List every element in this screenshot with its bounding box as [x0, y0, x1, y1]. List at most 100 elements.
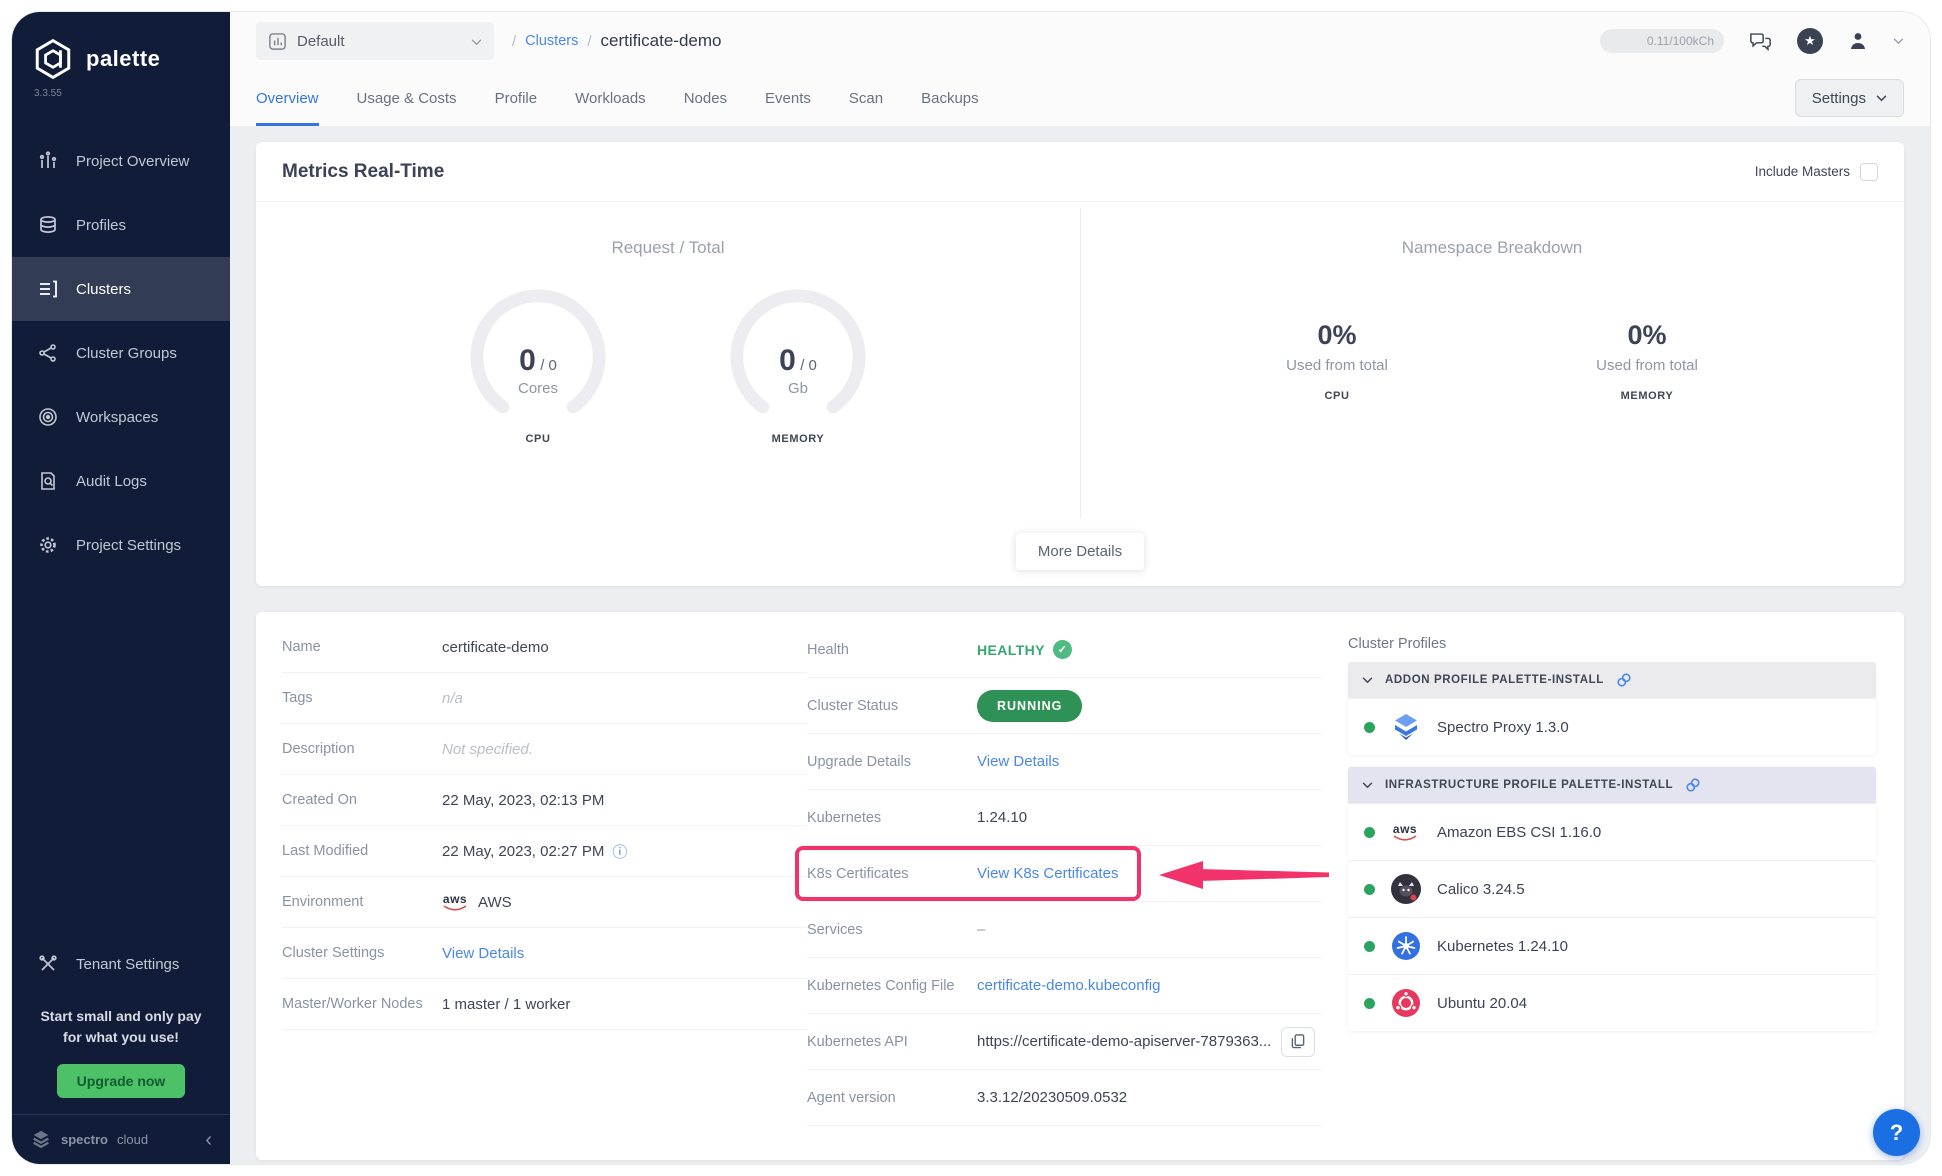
addon-profile-group: ADDON PROFILE PALETTE-INSTALL Spectro Pr…	[1348, 662, 1876, 755]
promo-line-2: for what you use!	[26, 1027, 216, 1048]
chevron-down-icon	[1362, 677, 1373, 684]
kubeconfig-download-link[interactable]: certificate-demo.kubeconfig	[977, 977, 1160, 994]
sidebar-item-label: Clusters	[76, 281, 131, 298]
running-status-badge[interactable]: RUNNING	[977, 690, 1082, 722]
tab-usage-costs[interactable]: Usage & Costs	[357, 70, 457, 126]
detail-label: Agent version	[807, 1090, 977, 1106]
detail-label: Kubernetes API	[807, 1034, 977, 1050]
detail-label: Cluster Settings	[282, 945, 442, 961]
memory-gauge-unit: Gb	[713, 380, 883, 397]
include-masters-checkbox[interactable]	[1860, 163, 1878, 181]
cluster-profiles-column: Cluster Profiles ADDON PROFILE PALETTE-I…	[1322, 622, 1878, 1150]
profile-item-calico[interactable]: Calico 3.24.5	[1348, 860, 1876, 917]
sidebar-item-clusters[interactable]: Clusters	[12, 257, 230, 321]
sidebar-item-project-overview[interactable]: Project Overview	[12, 129, 230, 193]
profile-item-spectro-proxy[interactable]: Spectro Proxy 1.3.0	[1348, 698, 1876, 755]
include-masters-label: Include Masters	[1755, 164, 1850, 179]
detail-value: 22 May, 2023, 02:13 PM	[442, 792, 604, 809]
sidebar-item-profiles[interactable]: Profiles	[12, 193, 230, 257]
detail-label: Kubernetes	[807, 810, 977, 826]
detail-row-kubernetes: Kubernetes 1.24.10	[807, 790, 1322, 846]
sidebar-footer: spectro cloud ‹	[12, 1114, 230, 1164]
tools-icon	[38, 954, 58, 974]
profile-item-name: Calico 3.24.5	[1437, 881, 1525, 898]
star-badge-icon[interactable]: ★	[1797, 28, 1823, 54]
calico-icon	[1390, 873, 1422, 905]
footer-brand-light: cloud	[117, 1132, 148, 1147]
profile-item-amazon-ebs-csi[interactable]: aws Amazon EBS CSI 1.16.0	[1348, 803, 1876, 860]
status-dot	[1364, 722, 1375, 733]
tab-workloads[interactable]: Workloads	[575, 70, 646, 126]
sidebar-item-project-settings[interactable]: Project Settings	[12, 513, 230, 577]
user-menu-chevron-icon[interactable]	[1893, 38, 1904, 45]
chevron-down-icon	[1362, 782, 1373, 789]
detail-row-upgrade-details: Upgrade Details View Details	[807, 734, 1322, 790]
namespace-breakdown-panel: Namespace Breakdown 0% Used from total C…	[1080, 202, 1904, 586]
detail-row-cluster-status: Cluster Status RUNNING	[807, 678, 1322, 734]
memory-gauge-metric: MEMORY	[713, 433, 883, 445]
settings-button[interactable]: Settings	[1795, 79, 1904, 117]
sidebar-item-label: Audit Logs	[76, 473, 147, 490]
detail-row-kubeconfig: Kubernetes Config File certificate-demo.…	[807, 958, 1322, 1014]
detail-value: Not specified.	[442, 741, 533, 758]
sidebar-item-workspaces[interactable]: Workspaces	[12, 385, 230, 449]
more-details-button[interactable]: More Details	[1016, 533, 1144, 570]
kubernetes-icon	[1390, 931, 1422, 961]
detail-label: Last Modified	[282, 843, 442, 859]
promo-line-1: Start small and only pay	[26, 1006, 216, 1027]
tab-events[interactable]: Events	[765, 70, 811, 126]
breadcrumb-clusters-link[interactable]: Clusters	[525, 33, 578, 49]
app-version: 3.3.55	[12, 82, 230, 99]
chat-icon[interactable]	[1748, 31, 1773, 52]
sidebar-item-label: Workspaces	[76, 409, 158, 426]
detail-row-cluster-settings: Cluster Settings View Details	[282, 928, 807, 979]
annotation-arrow	[1159, 857, 1331, 893]
sidebar-item-audit-logs[interactable]: Audit Logs	[12, 449, 230, 513]
view-k8s-certificates-link[interactable]: View K8s Certificates	[977, 865, 1118, 882]
tab-overview[interactable]: Overview	[256, 70, 319, 126]
addon-profile-header[interactable]: ADDON PROFILE PALETTE-INSTALL	[1348, 662, 1876, 698]
namespace-cpu-caption: Used from total	[1257, 357, 1417, 374]
details-middle-column: Health HEALTHY✓ Cluster Status RUNNING U…	[807, 622, 1322, 1150]
sidebar-item-cluster-groups[interactable]: Cluster Groups	[12, 321, 230, 385]
tab-nodes[interactable]: Nodes	[684, 70, 727, 126]
tab-backups[interactable]: Backups	[921, 70, 979, 126]
app-window: palette 3.3.55 Project Overview Profiles…	[12, 12, 1930, 1164]
collapse-sidebar-icon[interactable]: ‹	[205, 1130, 212, 1150]
detail-value: AWS	[478, 894, 512, 911]
project-selector[interactable]: Default	[256, 22, 494, 60]
tab-profile[interactable]: Profile	[495, 70, 538, 126]
upgrade-promo: Start small and only pay for what you us…	[12, 996, 230, 1114]
info-icon[interactable]: ⓘ	[612, 841, 627, 862]
screenshot-frame: palette 3.3.55 Project Overview Profiles…	[0, 0, 1942, 1176]
sidebar-item-tenant-settings[interactable]: Tenant Settings	[12, 932, 230, 996]
cluster-settings-view-details-link[interactable]: View Details	[442, 945, 524, 962]
profile-item-name: Ubuntu 20.04	[1437, 995, 1527, 1012]
memory-gauge-value: 0	[779, 344, 796, 377]
audit-logs-icon	[38, 471, 58, 491]
profile-item-name: Kubernetes 1.24.10	[1437, 938, 1568, 955]
detail-value: –	[977, 921, 985, 938]
footer-brand-bold: spectro	[61, 1132, 108, 1147]
sidebar-nav: Project Overview Profiles Clusters Clust…	[12, 129, 230, 577]
user-avatar-icon[interactable]	[1847, 30, 1869, 52]
profile-item-ubuntu[interactable]: Ubuntu 20.04	[1348, 974, 1876, 1031]
upgrade-now-button[interactable]: Upgrade now	[57, 1064, 186, 1098]
upgrade-view-details-link[interactable]: View Details	[977, 753, 1059, 770]
help-button[interactable]: ?	[1873, 1109, 1920, 1156]
profile-item-kubernetes[interactable]: Kubernetes 1.24.10	[1348, 917, 1876, 974]
check-circle-icon: ✓	[1053, 640, 1072, 659]
copy-button[interactable]	[1281, 1027, 1315, 1057]
usage-badge: 0.11/100kCh	[1600, 29, 1724, 53]
detail-row-tags: Tags n/a	[282, 673, 807, 724]
namespace-memory-stat: 0% Used from total MEMORY	[1567, 320, 1727, 402]
detail-label: Name	[282, 639, 442, 655]
spectro-cloud-logo-icon	[30, 1129, 52, 1151]
infrastructure-profile-group: INFRASTRUCTURE PROFILE PALETTE-INSTALL a…	[1348, 767, 1876, 1031]
ubuntu-icon	[1390, 988, 1422, 1018]
cluster-tabbar: Overview Usage & Costs Profile Workloads…	[230, 70, 1930, 126]
memory-gauge: 0 / 0 Gb MEMORY	[713, 286, 883, 445]
infrastructure-profile-header[interactable]: INFRASTRUCTURE PROFILE PALETTE-INSTALL	[1348, 767, 1876, 803]
tab-scan[interactable]: Scan	[849, 70, 883, 126]
detail-value: 3.3.12/20230509.0532	[977, 1089, 1127, 1106]
